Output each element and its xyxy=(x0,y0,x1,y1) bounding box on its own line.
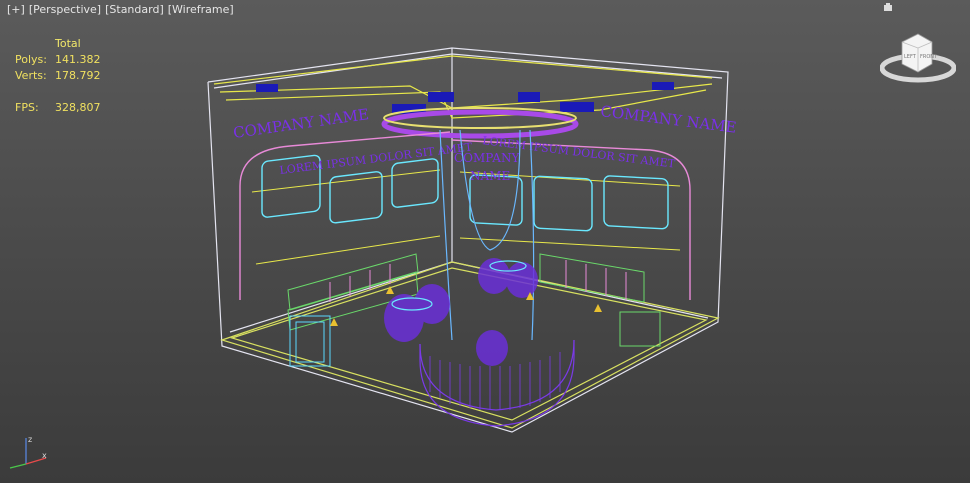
viewcube-front-face[interactable]: FRONT xyxy=(920,54,938,60)
viewcube[interactable]: LEFT FRONT xyxy=(880,28,956,88)
back-shelves xyxy=(287,253,661,347)
center-text-line2: NAME xyxy=(470,169,510,183)
axis-x-label: x xyxy=(42,451,47,460)
booth-outer-frame xyxy=(207,47,729,433)
shelf-dividers xyxy=(329,260,627,302)
wall-text-left: COMPANY NAME xyxy=(232,105,370,142)
spotlights xyxy=(330,286,602,326)
wall-text-right: COMPANY NAME xyxy=(600,102,738,137)
display-cabinet xyxy=(289,315,331,367)
hanging-ring-lower xyxy=(381,109,579,139)
wireframe-scene[interactable]: COMPANY NAME COMPANY NAME LOREM IPSUM DO… xyxy=(0,0,970,483)
viewcube-left-face[interactable]: LEFT xyxy=(904,54,917,60)
axis-z-label: z xyxy=(28,435,32,444)
axis-tripod-icon: z x xyxy=(9,435,47,469)
